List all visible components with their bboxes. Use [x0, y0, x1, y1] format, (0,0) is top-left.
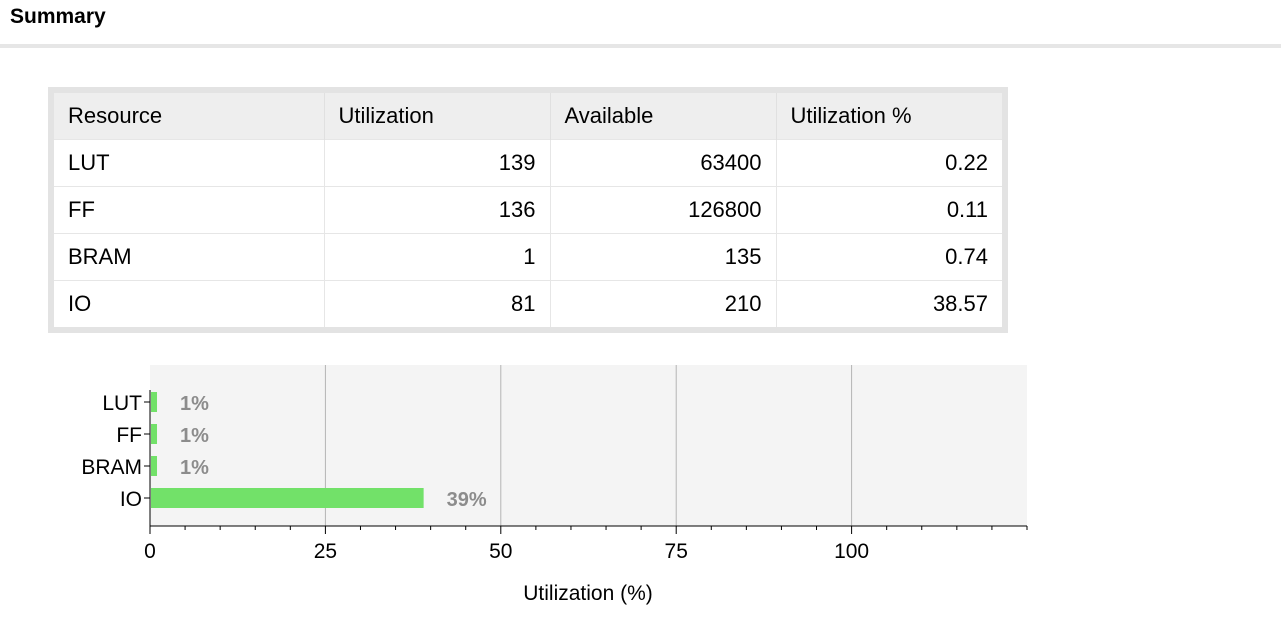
x-axis-label: Utilization (%) [523, 582, 653, 605]
bar-ff [151, 424, 158, 444]
data-label: 1% [180, 393, 209, 415]
bar-io [151, 488, 424, 508]
data-label: 39% [447, 489, 487, 511]
x-tick-label: 25 [314, 540, 337, 563]
x-tick-label: 50 [489, 540, 512, 563]
x-tick-label: 100 [834, 540, 869, 563]
y-tick-label: BRAM [81, 456, 142, 479]
bar-lut [151, 392, 158, 412]
utilization-bar-chart: 0 25 50 75 100 Utilization (%) LUT 1% FF 1% BRAM 1%… [81, 365, 1028, 605]
x-tick-label: 0 [144, 540, 156, 563]
data-label: 1% [180, 457, 209, 479]
bar-bram [151, 456, 158, 476]
data-label: 1% [180, 425, 209, 447]
y-tick-label: FF [116, 424, 142, 447]
y-tick-label: LUT [102, 392, 142, 415]
x-tick-label: 75 [665, 540, 688, 563]
y-tick-label: IO [120, 488, 142, 511]
